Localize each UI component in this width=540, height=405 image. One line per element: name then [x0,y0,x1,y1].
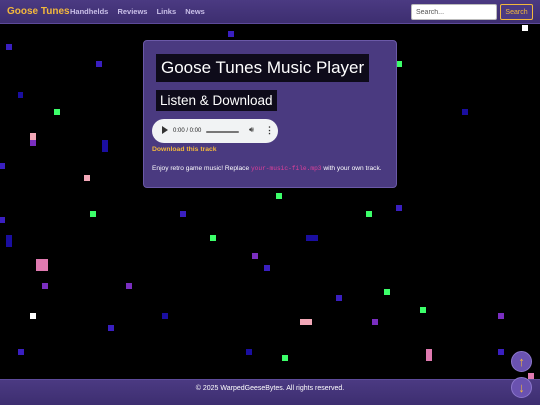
download-track-link[interactable]: Download this track [152,146,217,153]
pixel-decoration [498,313,504,319]
pixel-decoration [306,235,318,241]
pixel-decoration [210,235,216,241]
pixel-decoration [0,217,5,223]
pixel-decoration [366,211,372,217]
pixel-decoration [96,61,102,67]
pixel-decoration [372,319,378,325]
music-player-card: Goose Tunes Music Player Listen & Downlo… [143,40,397,188]
pixel-decoration [42,283,48,289]
file-name-code: your-music-file.mp3 [250,165,322,172]
pixel-decoration [522,25,528,31]
scroll-up-button[interactable]: ↑ [511,351,532,372]
pixel-decoration [6,44,12,50]
pixel-decoration [252,253,258,259]
pixel-decoration [180,211,186,217]
pixel-decoration [264,265,270,271]
top-navbar: Goose Tunes Handhelds Reviews Links News… [0,0,540,24]
pixel-decoration [102,140,108,152]
pixel-decoration [162,313,168,319]
pixel-decoration [300,319,312,325]
volume-icon[interactable]: 🔊︎ [249,125,254,135]
pixel-decoration [84,175,90,181]
nav-link-handhelds[interactable]: Handhelds [70,7,108,16]
more-options-icon[interactable]: ⋮ [265,125,274,136]
pixel-decoration [30,140,36,146]
pixel-decoration [246,349,252,355]
nav-link-reviews[interactable]: Reviews [117,7,147,16]
pixel-decoration [336,295,342,301]
description-text: Enjoy retro game music! Replace [152,165,251,172]
play-icon[interactable] [162,126,168,134]
pixel-decoration [384,289,390,295]
search-button[interactable]: Search [500,4,533,20]
page-title: Goose Tunes Music Player [156,54,370,82]
pixel-decoration [126,283,132,289]
footer: © 2025 WarpedGeeseBytes. All rights rese… [0,379,540,405]
arrow-down-icon: ↓ [518,380,525,395]
section-subtitle: Listen & Download [156,90,277,111]
nav-links: Handhelds Reviews Links News [70,7,212,16]
pixel-decoration [90,211,96,217]
description-text-end: with your own track. [321,165,382,172]
pixel-decoration [0,163,5,169]
pixel-decoration [426,349,432,361]
audio-player[interactable]: 0:00 / 0:00 🔊︎ ⋮ [152,119,278,143]
player-description: Enjoy retro game music! Replace your-mus… [152,165,382,172]
search-input[interactable] [411,4,497,20]
arrow-up-icon: ↑ [518,354,525,369]
scroll-down-button[interactable]: ↓ [511,377,532,398]
pixel-decoration [30,313,36,319]
nav-link-links[interactable]: Links [157,7,177,16]
pixel-decoration [18,349,24,355]
nav-link-news[interactable]: News [185,7,205,16]
audio-seek-bar[interactable] [206,130,239,133]
pixel-decoration [54,109,60,115]
pixel-decoration [462,109,468,115]
pixel-decoration [498,349,504,355]
pixel-decoration [18,92,23,98]
audio-time: 0:00 / 0:00 [173,128,202,134]
copyright-text: © 2025 WarpedGeeseBytes. All rights rese… [195,385,345,392]
pixel-decoration [228,31,234,37]
pixel-decoration [420,307,426,313]
pixel-decoration [108,325,114,331]
brand-logo[interactable]: Goose Tunes [7,6,70,17]
pixel-decoration [396,205,402,211]
pixel-decoration [282,355,288,361]
pixel-decoration [6,235,12,247]
pixel-decoration [276,193,282,199]
pixel-decoration [36,259,48,271]
